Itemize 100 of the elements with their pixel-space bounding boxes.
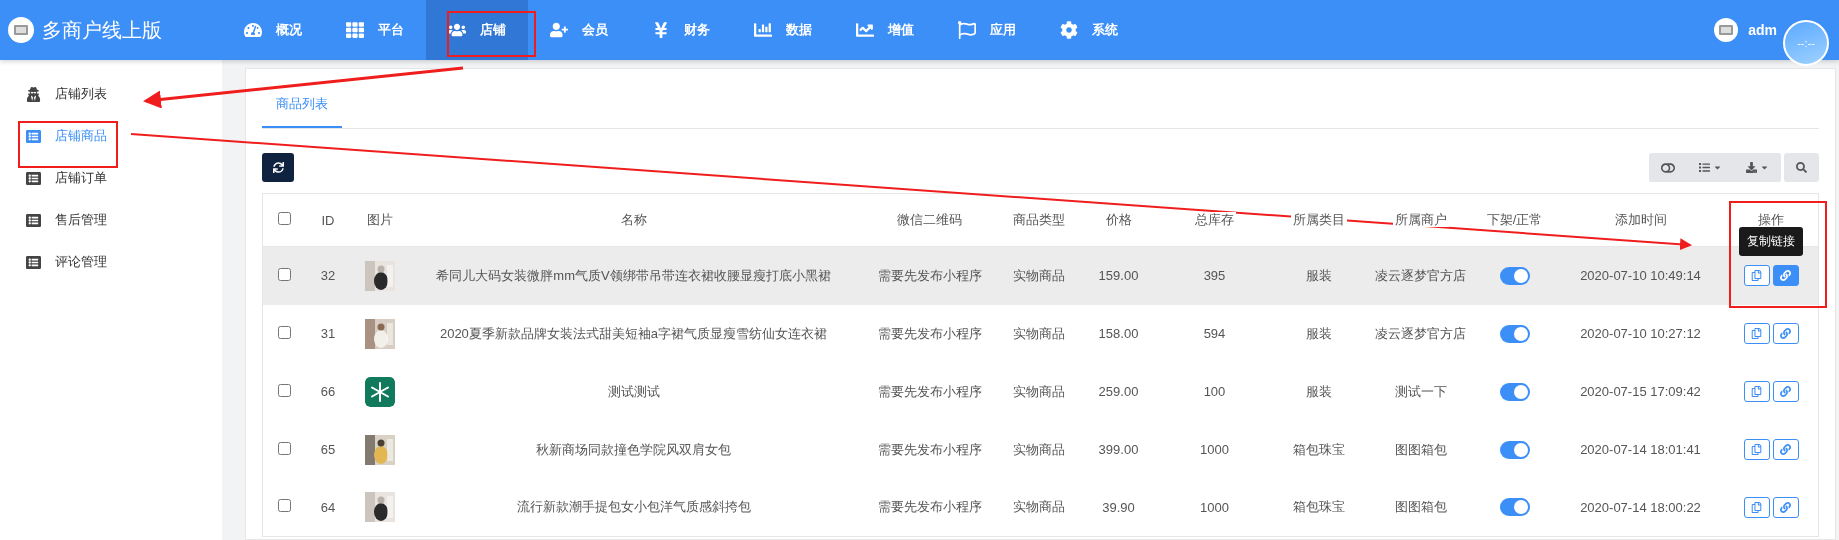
nav-icon [652, 21, 670, 39]
id-cell: 65 [320, 442, 336, 457]
nav-icon [346, 21, 364, 39]
status-switch[interactable] [1499, 266, 1530, 285]
qrcode-cell: 需要先发布小程序 [877, 383, 982, 399]
stock-cell: 100 [1203, 384, 1226, 399]
sidebar-item[interactable]: 店铺列表 [0, 73, 222, 115]
product-name: 2020夏季新款品牌女装法式甜美短袖a字裙气质显瘦雪纺仙女连衣裙 [439, 325, 828, 341]
column-header: 总库存 [1193, 212, 1236, 227]
search-icon [1796, 162, 1807, 173]
copy-button[interactable] [1743, 265, 1770, 287]
row-checkbox[interactable] [277, 499, 291, 513]
sidebar-item[interactable]: 售后管理 [0, 199, 222, 241]
nav-tab[interactable]: 店铺 [426, 0, 528, 60]
clock-widget[interactable]: --:-- [1783, 20, 1829, 66]
type-cell: 实物商品 [1012, 267, 1065, 283]
row-checkbox[interactable] [277, 267, 291, 281]
link-button[interactable] [1772, 265, 1799, 287]
copy-button[interactable] [1743, 439, 1770, 460]
nav-tab[interactable]: 系统 [1038, 0, 1140, 60]
product-name: 希同儿大码女装微胖mm气质V领绑带吊带连衣裙收腰显瘦打底小黑裙 [436, 267, 831, 283]
nav-tab[interactable]: 增值 [834, 0, 936, 60]
user-name[interactable]: adm [1748, 22, 1777, 38]
refresh-button[interactable] [262, 153, 294, 182]
column-header: 微信二维码 [895, 212, 964, 227]
nav-icon [856, 21, 874, 39]
status-switch[interactable] [1499, 440, 1530, 459]
user-icon [26, 86, 41, 102]
date-cell: 2020-07-14 18:01:41 [1580, 442, 1701, 457]
status-switch[interactable] [1499, 498, 1530, 517]
link-icon [1780, 270, 1792, 282]
nav-icon [1060, 21, 1078, 39]
avatar[interactable] [1714, 18, 1739, 42]
nav-tab[interactable]: 会员 [528, 0, 630, 60]
date-cell: 2020-07-14 18:00:22 [1580, 499, 1701, 515]
price-cell: 399.00 [1098, 442, 1139, 457]
column-header: 名称 [618, 212, 649, 227]
copy-button[interactable] [1743, 496, 1770, 518]
table-row[interactable]: 65 秋新商场同款撞色学院风双肩女包 需要先发布小程序 实物商品 399.00 1000 箱包珠宝 图图箱包 2020-07-14 18:01:41 [262, 420, 1819, 479]
logo-icon [14, 24, 28, 36]
nav-tab[interactable]: 概况 [222, 0, 324, 60]
category-cell: 箱包珠宝 [1292, 499, 1345, 515]
column-header: 所属类目 [1290, 212, 1347, 227]
qrcode-cell: 需要先发布小程序 [877, 267, 982, 283]
link-button[interactable] [1772, 439, 1799, 460]
type-cell: 实物商品 [1012, 383, 1065, 399]
sidebar-item[interactable]: 评论管理 [0, 241, 222, 283]
list-icon [26, 170, 41, 186]
link-button[interactable] [1772, 496, 1799, 518]
copy-icon [1751, 444, 1763, 455]
nav-tab[interactable]: 数据 [732, 0, 834, 60]
status-switch[interactable] [1499, 382, 1530, 401]
row-checkbox[interactable] [277, 383, 291, 397]
brand-name: 多商户线上版 [42, 17, 162, 43]
stock-cell: 395 [1203, 268, 1226, 284]
tab[interactable]: 商品列表 [262, 87, 342, 128]
merchant-cell: 图图箱包 [1394, 441, 1447, 457]
product-name: 测试测试 [607, 383, 660, 399]
link-button[interactable] [1772, 323, 1799, 344]
tooltip: 复制链接 [1739, 227, 1804, 257]
table-row[interactable]: 31 2020夏季新款品牌女装法式甜美短袖a字裙气质显瘦雪纺仙女连衣裙 需要先发布小程序 实物商品 158.00 594 服装 凌云逐梦官方店 2020-07-10 10:27:12 [262, 304, 1819, 363]
link-button[interactable] [1772, 381, 1799, 402]
table-row[interactable]: 66 测试测试 需要先发布小程序 实物商品 259.00 100 服装 测试一下 2020-07-15 17:09:42 [262, 362, 1819, 421]
select-all-checkbox[interactable] [277, 212, 291, 225]
status-switch[interactable] [1499, 324, 1530, 343]
category-cell: 服装 [1305, 383, 1332, 399]
search-button[interactable] [1784, 153, 1819, 182]
copy-icon [1751, 328, 1763, 339]
price-cell: 259.00 [1098, 384, 1139, 399]
sidebar-item[interactable]: 店铺订单 [0, 157, 222, 199]
date-cell: 2020-07-10 10:49:14 [1580, 268, 1701, 284]
copy-icon [1751, 501, 1763, 513]
id-cell: 64 [320, 499, 336, 515]
logo-icon [1719, 24, 1734, 36]
nav-icon [448, 21, 466, 39]
id-cell: 32 [320, 268, 336, 284]
id-cell: 31 [320, 326, 336, 341]
copy-button[interactable] [1743, 381, 1770, 402]
merchant-cell: 凌云逐梦官方店 [1375, 267, 1466, 283]
nav-tab[interactable]: 平台 [324, 0, 426, 60]
copy-icon [1751, 270, 1763, 282]
sidebar-item[interactable]: 店铺商品 [0, 115, 222, 157]
nav-tab[interactable]: 财务 [630, 0, 732, 60]
category-cell: 箱包珠宝 [1292, 441, 1345, 457]
refresh-icon [272, 162, 284, 173]
download-icon [1746, 162, 1757, 173]
stock-cell: 1000 [1200, 442, 1229, 457]
column-header: 操作 [1756, 212, 1787, 227]
row-checkbox[interactable] [277, 325, 291, 339]
column-header: 价格 [1103, 212, 1134, 227]
copy-button[interactable] [1743, 323, 1770, 344]
nav-tab[interactable]: 应用 [936, 0, 1038, 60]
merchant-cell: 凌云逐梦官方店 [1375, 325, 1466, 341]
date-cell: 2020-07-10 10:27:12 [1580, 326, 1701, 341]
category-cell: 服装 [1305, 325, 1332, 341]
table-row[interactable]: 64 流行新款潮手提包女小包洋气质感斜挎包 需要先发布小程序 实物商品 39.90 1000 箱包珠宝 图图箱包 2020-07-14 18:00:22 [262, 478, 1819, 537]
caret-icon [1760, 163, 1769, 172]
row-checkbox[interactable] [277, 441, 291, 455]
date-cell: 2020-07-15 17:09:42 [1580, 384, 1701, 399]
type-cell: 实物商品 [1012, 441, 1065, 457]
